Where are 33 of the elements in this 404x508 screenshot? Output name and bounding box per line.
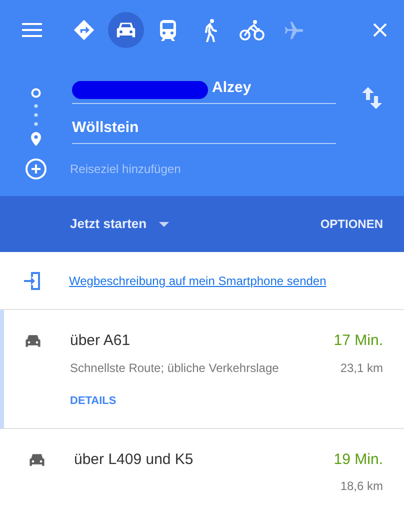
origin-icon xyxy=(31,88,41,98)
route-duration: 19 Min. xyxy=(334,450,383,470)
menu-button[interactable] xyxy=(22,23,42,37)
car-icon xyxy=(115,20,137,40)
details-button[interactable]: DETAILS xyxy=(70,392,116,409)
train-icon xyxy=(158,19,178,41)
route-distance: 18,6 km xyxy=(340,478,383,495)
add-destination-field[interactable]: Reiseziel hinzufügen xyxy=(70,160,270,178)
close-button[interactable] xyxy=(372,22,388,38)
route-card[interactable]: über A61 17 Min. Schnellste Route; übliche Verkehrslage 23,1 km DETAILS xyxy=(0,310,404,428)
travel-mode-tab[interactable] xyxy=(108,12,144,48)
turn-sign-icon xyxy=(73,19,95,41)
route-duration: 17 Min. xyxy=(334,331,383,351)
route-name: über L409 und K5 xyxy=(74,450,194,470)
airplane-icon xyxy=(283,19,305,41)
route-distance: 23,1 km xyxy=(340,360,383,376)
car-icon xyxy=(24,333,42,349)
add-icon[interactable] xyxy=(25,158,47,180)
options-button[interactable]: OPTIONEN xyxy=(320,215,383,233)
caret-icon xyxy=(158,222,169,226)
origin-field[interactable]: Alzey xyxy=(212,76,332,99)
bicycle-icon xyxy=(239,19,265,41)
route-description: Schnellste Route; übliche Verkehrslage xyxy=(70,360,279,376)
destination-field[interactable]: Wöllstein xyxy=(72,116,336,139)
send-to-device-icon xyxy=(24,270,42,290)
departure-dropdown[interactable]: Jetzt starten xyxy=(70,214,169,234)
send-to-phone-link[interactable]: Wegbeschreibung auf mein Smartphone senden xyxy=(69,272,326,290)
car-icon xyxy=(28,452,46,468)
route-card[interactable]: über L409 und K5 19 Min. 18,6 km xyxy=(0,428,404,508)
dotted-line-icon xyxy=(34,103,38,127)
location-pin-icon xyxy=(31,132,41,146)
route-name: über A61 xyxy=(70,331,130,351)
swap-button[interactable] xyxy=(362,86,382,110)
